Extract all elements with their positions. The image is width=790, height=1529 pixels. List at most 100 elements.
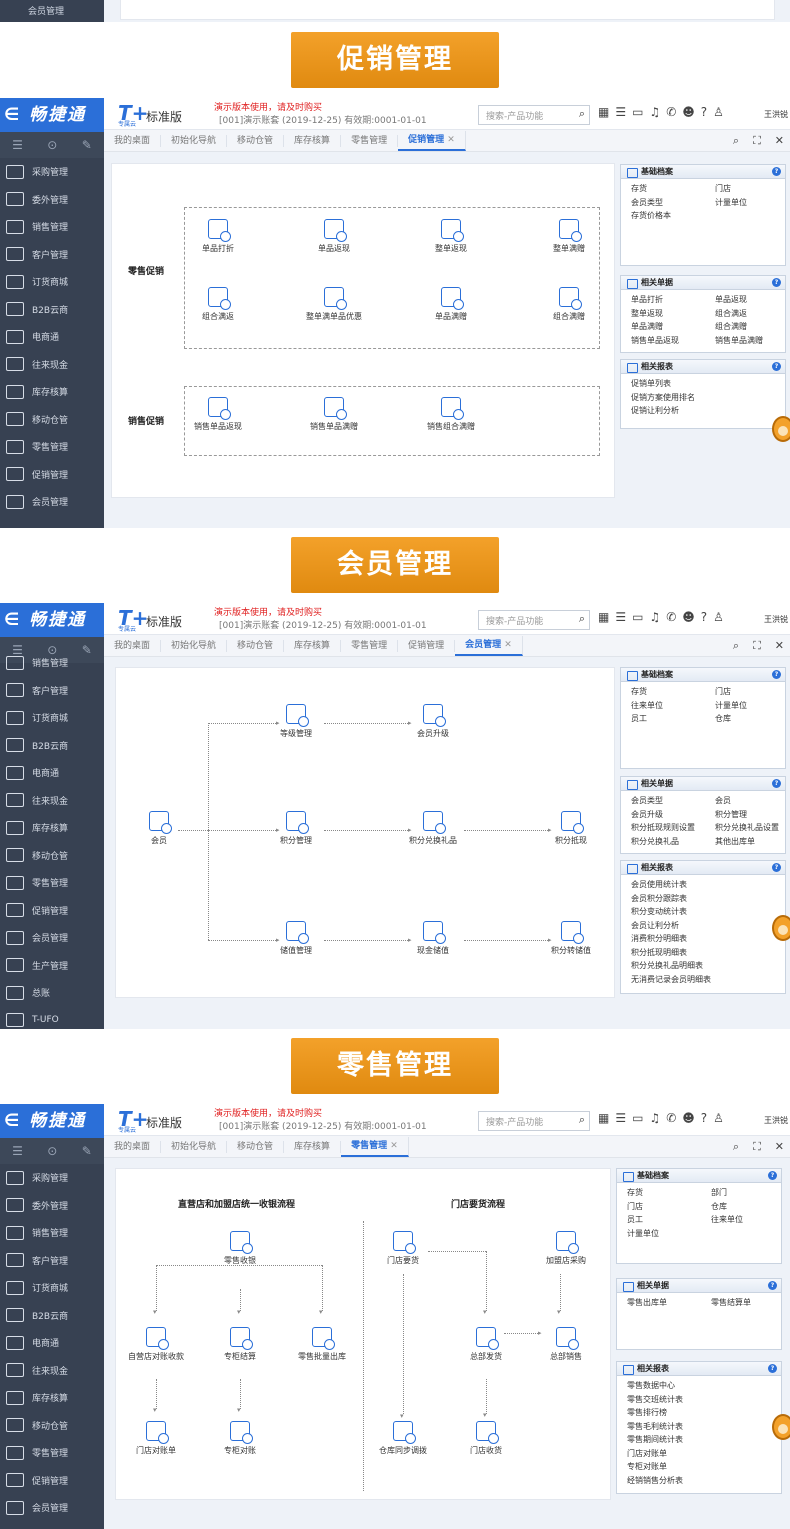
panel-link[interactable]: 门店 (627, 1200, 643, 1214)
function-node[interactable]: 积分兑换礼品 (393, 811, 473, 846)
function-node[interactable]: 门店收货 (446, 1421, 526, 1456)
sidebar-item[interactable]: B2B云商 (0, 1302, 104, 1330)
search-icon[interactable]: ⌕ (733, 134, 739, 148)
message-icon[interactable]: ▭ (632, 610, 643, 624)
sidebar-item[interactable]: 会员管理 (0, 488, 104, 516)
function-node[interactable]: 单品打折 (178, 219, 258, 254)
panel-link[interactable]: 仓库 (715, 712, 731, 726)
panel-link[interactable]: 组合满返 (715, 307, 747, 321)
panel-link[interactable]: 销售单品满赠 (715, 334, 763, 348)
calculator-icon[interactable]: ▦ (598, 1111, 609, 1125)
close-icon[interactable]: ✕ (775, 134, 784, 148)
sidebar-item[interactable]: 总账 (0, 979, 104, 1007)
sidebar-item-member[interactable]: 会员管理 (0, 0, 104, 22)
monkey-icon[interactable]: ☻ (682, 105, 695, 119)
tab[interactable]: 促销管理 (398, 639, 456, 652)
panel-link[interactable]: 往来单位 (711, 1213, 743, 1227)
tab[interactable]: 库存核算 (284, 639, 342, 652)
function-node[interactable]: 销售单品满赠 (294, 397, 374, 432)
sidebar-item[interactable]: 移动仓管 (0, 842, 104, 870)
menu-icon[interactable]: ☰ (12, 643, 23, 657)
tab[interactable]: 我的桌面 (104, 1140, 162, 1153)
sidebar-item[interactable]: 客户管理 (0, 677, 104, 705)
function-node[interactable]: 会员 (119, 811, 199, 846)
panel-link[interactable]: 零售数据中心 (627, 1379, 675, 1393)
close-icon[interactable]: ✕ (775, 1140, 784, 1154)
panel-link[interactable]: 往来单位 (631, 699, 663, 713)
tab-close-icon[interactable]: ✕ (444, 135, 455, 145)
user-name[interactable]: 王洪锐 (764, 1115, 788, 1126)
sidebar-item[interactable]: 促销管理 (0, 1467, 104, 1495)
sidebar-item[interactable]: 促销管理 (0, 461, 104, 489)
menu-icon[interactable]: ☰ (12, 1144, 23, 1158)
panel-link[interactable]: 会员升级 (631, 808, 663, 822)
edit-icon[interactable]: ✎ (82, 643, 92, 657)
fullscreen-icon[interactable]: ⛶ (753, 134, 761, 148)
help-icon[interactable]: ? (701, 105, 707, 119)
sidebar-item[interactable]: 移动仓管 (0, 406, 104, 434)
tab[interactable]: 初始化导航 (161, 134, 228, 147)
user-icon[interactable]: ♙ (713, 105, 724, 119)
sidebar-item[interactable]: 零售管理 (0, 433, 104, 461)
panel-link[interactable]: 会员 (715, 794, 731, 808)
sidebar-item[interactable]: 往来现金 (0, 1357, 104, 1385)
tab[interactable]: 会员管理 ✕ (455, 635, 523, 656)
panel-link[interactable]: 促销方案使用排名 (631, 391, 695, 405)
sidebar-item[interactable]: 库存核算 (0, 814, 104, 842)
edit-icon[interactable]: ✎ (82, 138, 92, 152)
panel-link[interactable]: 无消费记录会员明细表 (631, 973, 711, 987)
close-icon[interactable]: ✕ (775, 639, 784, 653)
panel-link[interactable]: 积分抵现规则设置 (631, 821, 695, 835)
function-node[interactable]: 门店对账单 (116, 1421, 196, 1456)
function-node[interactable]: 单品满赠 (411, 287, 491, 322)
help-icon[interactable]: ? (772, 779, 781, 788)
sidebar-item[interactable]: 客户管理 (0, 1247, 104, 1275)
panel-link[interactable]: 积分兑换礼品 (631, 835, 679, 849)
tab[interactable]: 库存核算 (284, 134, 342, 147)
sidebar-item[interactable]: 客户管理 (0, 241, 104, 269)
search-input[interactable]: 搜索-产品功能 ⌕ (478, 610, 590, 630)
help-icon[interactable]: ? (772, 863, 781, 872)
checklist-icon[interactable]: ☰ (615, 610, 626, 624)
sidebar-item[interactable]: 电商通 (0, 1329, 104, 1357)
panel-link[interactable]: 员工 (627, 1213, 643, 1227)
view-icon[interactable]: ⊙ (47, 1144, 57, 1158)
function-node[interactable]: 储值管理 (256, 921, 336, 956)
tab[interactable]: 初始化导航 (161, 639, 228, 652)
sidebar-item[interactable]: 会员管理 (0, 924, 104, 952)
panel-link[interactable]: 零售结算单 (711, 1296, 751, 1310)
calculator-icon[interactable]: ▦ (598, 610, 609, 624)
fullscreen-icon[interactable]: ⛶ (753, 639, 761, 653)
function-node[interactable]: 组合满返 (178, 287, 258, 322)
panel-link[interactable]: 会员类型 (631, 794, 663, 808)
function-node[interactable]: 零售批量出库 (282, 1327, 362, 1362)
panel-link[interactable]: 单品返现 (715, 293, 747, 307)
function-node[interactable]: 总部发货 (446, 1327, 526, 1362)
tab[interactable]: 零售管理 (341, 639, 399, 652)
menu-icon[interactable]: ☰ (12, 138, 23, 152)
tab[interactable]: 移动仓管 (227, 134, 285, 147)
search-icon[interactable]: ⌕ (579, 612, 585, 626)
search-input[interactable]: 搜索-产品功能 ⌕ (478, 105, 590, 125)
tab[interactable]: 我的桌面 (104, 639, 162, 652)
assistant-monkey-icon[interactable] (772, 1414, 790, 1440)
sidebar-item[interactable]: B2B云商 (0, 732, 104, 760)
tab[interactable]: 库存核算 (284, 1140, 342, 1153)
sidebar-item[interactable]: 电商通 (0, 323, 104, 351)
panel-link[interactable]: 单品满赠 (631, 320, 663, 334)
checklist-icon[interactable]: ☰ (615, 1111, 626, 1125)
panel-link[interactable]: 零售交班统计表 (627, 1393, 683, 1407)
panel-link[interactable]: 零售毛利统计表 (627, 1420, 683, 1434)
function-node[interactable]: 会员升级 (393, 704, 473, 739)
sidebar-item[interactable]: 订货商城 (0, 1274, 104, 1302)
panel-link[interactable]: 消费积分明细表 (631, 932, 687, 946)
function-node[interactable]: 总部销售 (526, 1327, 606, 1362)
panel-link[interactable]: 专柜对账单 (627, 1460, 667, 1474)
help-icon[interactable]: ? (768, 1281, 777, 1290)
panel-link[interactable]: 存货价格本 (631, 209, 671, 223)
function-node[interactable]: 加盟店采购 (526, 1231, 606, 1266)
panel-link[interactable]: 员工 (631, 712, 647, 726)
fullscreen-icon[interactable]: ⛶ (753, 1140, 761, 1154)
function-node[interactable]: 等级管理 (256, 704, 336, 739)
function-node[interactable]: 组合满赠 (529, 287, 609, 322)
